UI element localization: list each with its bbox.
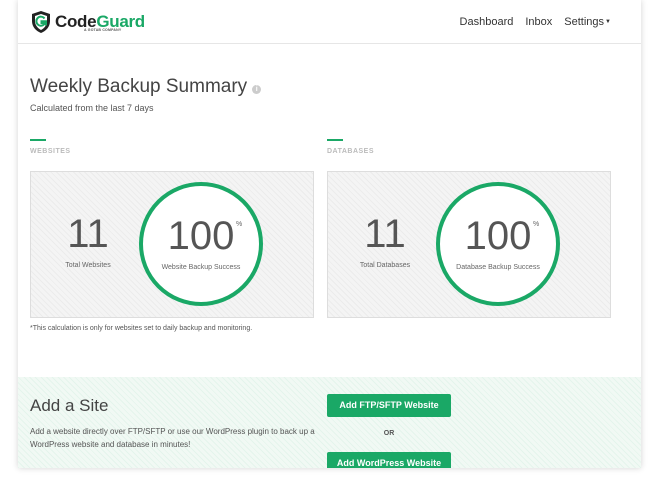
add-site-title: Add a Site [30, 396, 109, 415]
total-websites-stat: 11 Total Websites [45, 214, 131, 269]
website-success-ring: 100 % Website Backup Success [139, 182, 263, 306]
databases-panel: 11 Total Databases 100 % Database Backup… [327, 171, 611, 318]
total-databases-value: 11 [364, 212, 406, 256]
shield-logo-icon [32, 11, 50, 33]
add-ftp-sftp-website-button[interactable]: Add FTP/SFTP Website [327, 394, 451, 417]
websites-accent-bar [30, 139, 46, 141]
database-success-unit: % [533, 221, 540, 228]
website-success-unit: % [236, 221, 243, 228]
app-window: CodeGuard A GOTAB COMPANY Dashboard Inbo… [18, 0, 641, 468]
databases-section-label: DATABASES [327, 148, 375, 155]
add-wordpress-website-button[interactable]: Add WordPress Website [327, 452, 451, 468]
websites-section-label: WEBSITES [30, 148, 71, 155]
main-nav: Dashboard Inbox Settings▼ [448, 0, 641, 44]
logo-tagline: A GOTAB COMPANY [84, 28, 122, 32]
website-success-label: Website Backup Success [161, 264, 241, 271]
total-websites-label: Total Websites [65, 262, 111, 269]
databases-accent-bar [327, 139, 343, 141]
codeguard-logo[interactable]: CodeGuard A GOTAB COMPANY [30, 10, 145, 34]
database-success-label: Database Backup Success [456, 264, 540, 271]
calculation-footnote: *This calculation is only for websites s… [30, 325, 253, 332]
nav-inbox[interactable]: Inbox [525, 16, 552, 28]
website-success-stat: 100 % Website Backup Success [143, 216, 259, 271]
websites-panel: 11 Total Websites 100 % Website Backup S… [30, 171, 314, 318]
top-navbar: CodeGuard A GOTAB COMPANY Dashboard Inbo… [18, 0, 641, 44]
caret-down-icon: ▼ [605, 19, 611, 25]
nav-settings[interactable]: Settings▼ [564, 16, 611, 28]
page-title: Weekly Backup Summary i [30, 76, 262, 98]
page-subtitle: Calculated from the last 7 days [30, 103, 154, 113]
nav-dashboard[interactable]: Dashboard [460, 16, 514, 28]
logo-wordmark: CodeGuard [55, 11, 145, 31]
total-databases-label: Total Databases [359, 262, 411, 269]
total-databases-stat: 11 Total Databases [342, 214, 428, 269]
add-site-description: Add a website directly over FTP/SFTP or … [30, 427, 315, 449]
total-websites-value: 11 [67, 212, 109, 256]
add-site-section: Add a Site Add a website directly over F… [18, 377, 641, 468]
database-success-ring: 100 % Database Backup Success [436, 182, 560, 306]
info-icon[interactable]: i [252, 85, 262, 94]
database-success-stat: 100 % Database Backup Success [440, 216, 556, 271]
or-divider: OR [383, 430, 395, 437]
